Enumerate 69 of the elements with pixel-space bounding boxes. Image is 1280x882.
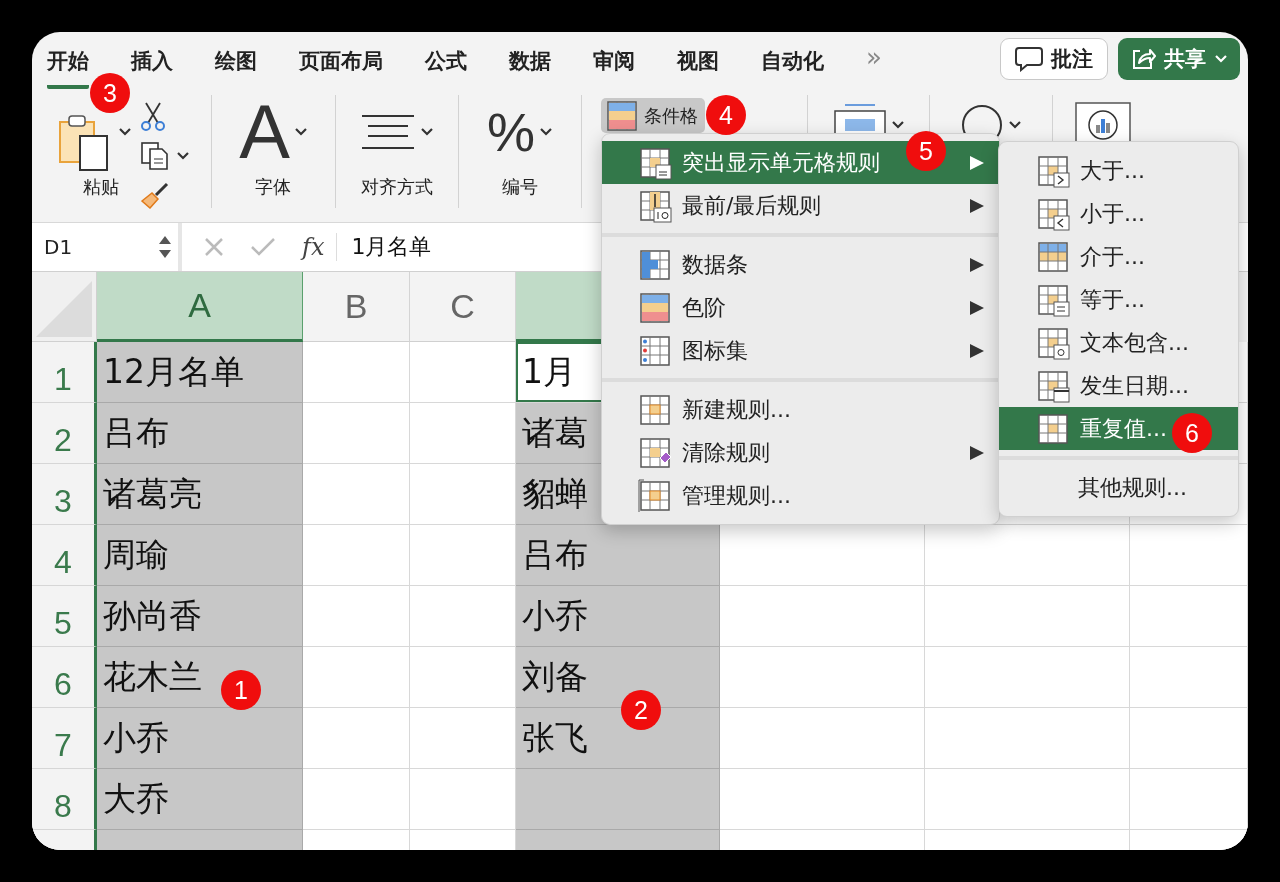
caret-icon <box>1214 53 1228 64</box>
spinner-icon <box>158 234 172 260</box>
menu-item[interactable]: 介于... <box>999 235 1238 278</box>
copy-icon[interactable] <box>139 141 170 171</box>
caret-icon <box>117 127 132 137</box>
table-cell: 小乔 <box>97 708 303 769</box>
column-header[interactable]: A <box>97 272 303 342</box>
menu-item[interactable]: 其他规则... <box>999 466 1238 509</box>
caret-icon <box>890 120 905 130</box>
ribbon-tab[interactable]: 绘图 <box>215 36 257 89</box>
ribbon-tab[interactable]: 数据 <box>509 36 551 89</box>
caret-icon <box>293 127 308 137</box>
menu-item[interactable]: 大于... <box>999 149 1238 192</box>
table-cell: 12月名单 <box>97 342 303 403</box>
ribbon-tab[interactable]: 视图 <box>677 36 719 89</box>
row-header[interactable]: 7 <box>32 708 97 769</box>
caret-icon <box>420 127 434 137</box>
menu-item[interactable]: 数据条 <box>602 243 999 286</box>
ribbon-tab[interactable]: 公式 <box>425 36 467 89</box>
ribbon-label: 编号 <box>502 175 538 199</box>
row-header[interactable]: 2 <box>32 403 97 464</box>
function-button[interactable]: fx <box>302 233 338 261</box>
ribbon-tab[interactable]: 插入 <box>131 36 173 89</box>
row-header[interactable]: 3 <box>32 464 97 525</box>
table-cell: 大乔 <box>97 769 303 830</box>
ribbon-tab[interactable]: 页面布局 <box>299 36 383 89</box>
scissors-icon[interactable] <box>139 101 166 131</box>
comment-button[interactable]: 批注 <box>1000 37 1108 80</box>
menu-item[interactable]: 等于... <box>999 278 1238 321</box>
row-header[interactable]: 5 <box>32 586 97 647</box>
table-cell: 吕布 <box>97 403 303 464</box>
table-cell: 孙尚香 <box>97 586 303 647</box>
table-cell: 吕布 <box>516 525 720 586</box>
menu-item[interactable]: 小于... <box>999 192 1238 235</box>
table-cell: 周瑜 <box>97 525 303 586</box>
share-icon <box>1130 46 1156 71</box>
row-header[interactable]: 1 <box>32 342 97 403</box>
formula-field[interactable]: 1月名单 <box>351 232 432 262</box>
ribbon-label: 对齐方式 <box>361 175 433 199</box>
check-icon[interactable] <box>250 237 276 257</box>
ribbon-tab[interactable]: 审阅 <box>593 36 635 89</box>
table-cell: 小乔 <box>516 586 720 647</box>
name-box[interactable]: D1 <box>32 223 178 271</box>
column-header[interactable]: C <box>410 272 516 342</box>
ribbon-label: 粘贴 <box>82 175 119 199</box>
caret-icon <box>175 151 190 161</box>
paintbrush-icon[interactable] <box>139 181 170 209</box>
speech-bubble-icon <box>1015 45 1043 72</box>
row-header[interactable]: 6 <box>32 647 97 708</box>
ribbon-tab[interactable]: 自动化 <box>761 36 824 89</box>
menu-item[interactable]: 最前/最后规则 <box>602 184 999 227</box>
step-badge: 4 <box>706 95 746 135</box>
font-glyph[interactable]: A <box>239 94 290 170</box>
ribbon-tab[interactable]: 开始 <box>47 36 89 89</box>
share-button[interactable]: 共享 <box>1118 37 1240 80</box>
align-lines-icon[interactable] <box>360 112 416 152</box>
column-header[interactable]: B <box>303 272 410 342</box>
step-badge: 3 <box>90 73 130 113</box>
ribbon-label: 字体 <box>255 175 292 199</box>
menu-item[interactable]: 文本包含... <box>999 321 1238 364</box>
percent-glyph[interactable]: % <box>487 105 535 159</box>
table-cell: 诸葛亮 <box>97 464 303 525</box>
row-header[interactable]: 8 <box>32 769 97 830</box>
menu-item[interactable]: 色阶 <box>602 286 999 329</box>
row-header[interactable]: 4 <box>32 525 97 586</box>
conditional-formatting-button[interactable]: 条件格 <box>601 98 705 133</box>
caret-icon <box>539 127 553 137</box>
caret-icon <box>1008 120 1022 130</box>
menu-item[interactable]: 发生日期... <box>999 364 1238 407</box>
